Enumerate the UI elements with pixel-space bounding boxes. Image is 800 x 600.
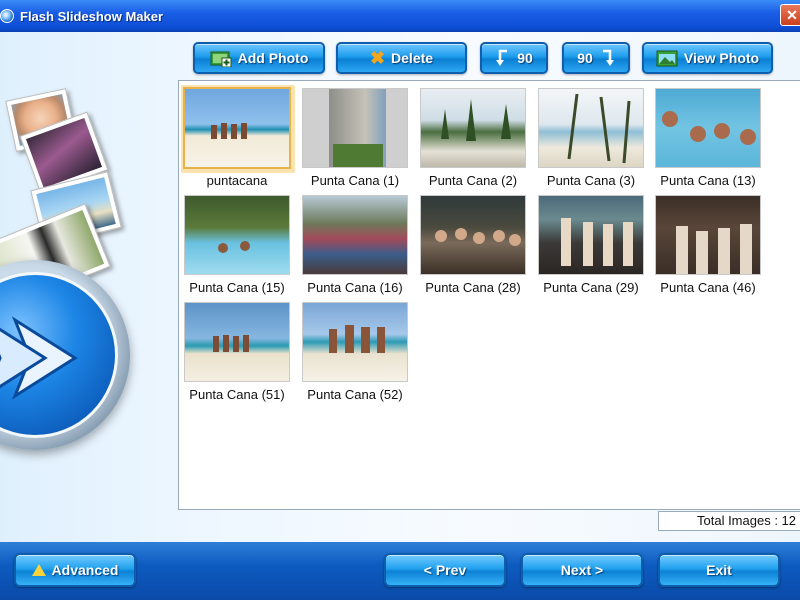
photo-thumbnail[interactable]: Punta Cana (1) (299, 85, 408, 188)
photo-thumbnail[interactable]: Punta Cana (2) (417, 85, 526, 188)
photo-thumbnail[interactable]: Punta Cana (13) (652, 85, 761, 188)
delete-x-icon: ✖ (369, 48, 386, 68)
rotate-right-button[interactable]: 90 (562, 42, 630, 74)
photo-caption: Punta Cana (15) (189, 280, 285, 295)
rotate-left-button[interactable]: 90 (480, 42, 548, 74)
rotate-right-label: 90 (577, 50, 593, 66)
delete-button[interactable]: ✖ Delete (336, 42, 467, 74)
photo-thumbnail[interactable]: Punta Cana (15) (181, 192, 290, 295)
delete-label: Delete (391, 50, 434, 66)
photo-caption: Punta Cana (16) (307, 280, 403, 295)
photo-caption: puntacana (206, 173, 268, 188)
decoration-panel (0, 32, 180, 542)
photo-thumbnail[interactable]: Punta Cana (28) (417, 192, 526, 295)
photo-caption: Punta Cana (29) (543, 280, 639, 295)
add-photo-button[interactable]: Add Photo (193, 42, 325, 74)
photo-caption: Punta Cana (52) (307, 387, 403, 402)
photo-caption: Punta Cana (1) (310, 173, 400, 188)
photo-caption: Punta Cana (51) (189, 387, 285, 402)
next-button[interactable]: Next > (521, 553, 643, 587)
add-photo-label: Add Photo (237, 50, 309, 66)
total-images-status: Total Images : 12 (658, 511, 800, 531)
prev-button[interactable]: < Prev (384, 553, 506, 587)
view-photo-label: View Photo (683, 50, 760, 66)
photo-thumbnail[interactable]: Punta Cana (29) (535, 192, 644, 295)
photo-caption: Punta Cana (3) (546, 173, 636, 188)
app-icon (0, 9, 14, 23)
photo-thumbnail[interactable]: Punta Cana (16) (299, 192, 408, 295)
window-title: Flash Slideshow Maker (20, 8, 164, 24)
rotate-left-icon (496, 49, 508, 66)
rotate-right-icon (602, 49, 614, 66)
exit-button[interactable]: Exit (658, 553, 780, 587)
photo-thumbnail[interactable]: Punta Cana (3) (535, 85, 644, 188)
add-photo-icon (210, 51, 232, 67)
title-bar: Flash Slideshow Maker ✕ (0, 0, 800, 32)
close-button[interactable]: ✕ (780, 4, 800, 26)
photo-thumbnail[interactable]: Punta Cana (51) (181, 299, 290, 402)
view-photo-icon (656, 50, 678, 67)
photo-grid[interactable]: puntacana Punta Cana (1) Punta Cana (2) … (178, 80, 800, 510)
rotate-left-label: 90 (517, 50, 533, 66)
warning-triangle-icon (31, 564, 46, 576)
advanced-label: Advanced (51, 562, 119, 578)
photo-thumbnail[interactable]: Punta Cana (52) (299, 299, 408, 402)
play-logo-icon (0, 260, 130, 450)
view-photo-button[interactable]: View Photo (642, 42, 773, 74)
photo-caption: Punta Cana (28) (425, 280, 521, 295)
photo-caption: Punta Cana (46) (660, 280, 756, 295)
photo-caption: Punta Cana (13) (660, 173, 756, 188)
photo-thumbnail[interactable]: Punta Cana (46) (652, 192, 761, 295)
photo-thumbnail[interactable]: puntacana (181, 85, 295, 188)
photo-caption: Punta Cana (2) (428, 173, 518, 188)
advanced-button[interactable]: Advanced (14, 553, 136, 587)
